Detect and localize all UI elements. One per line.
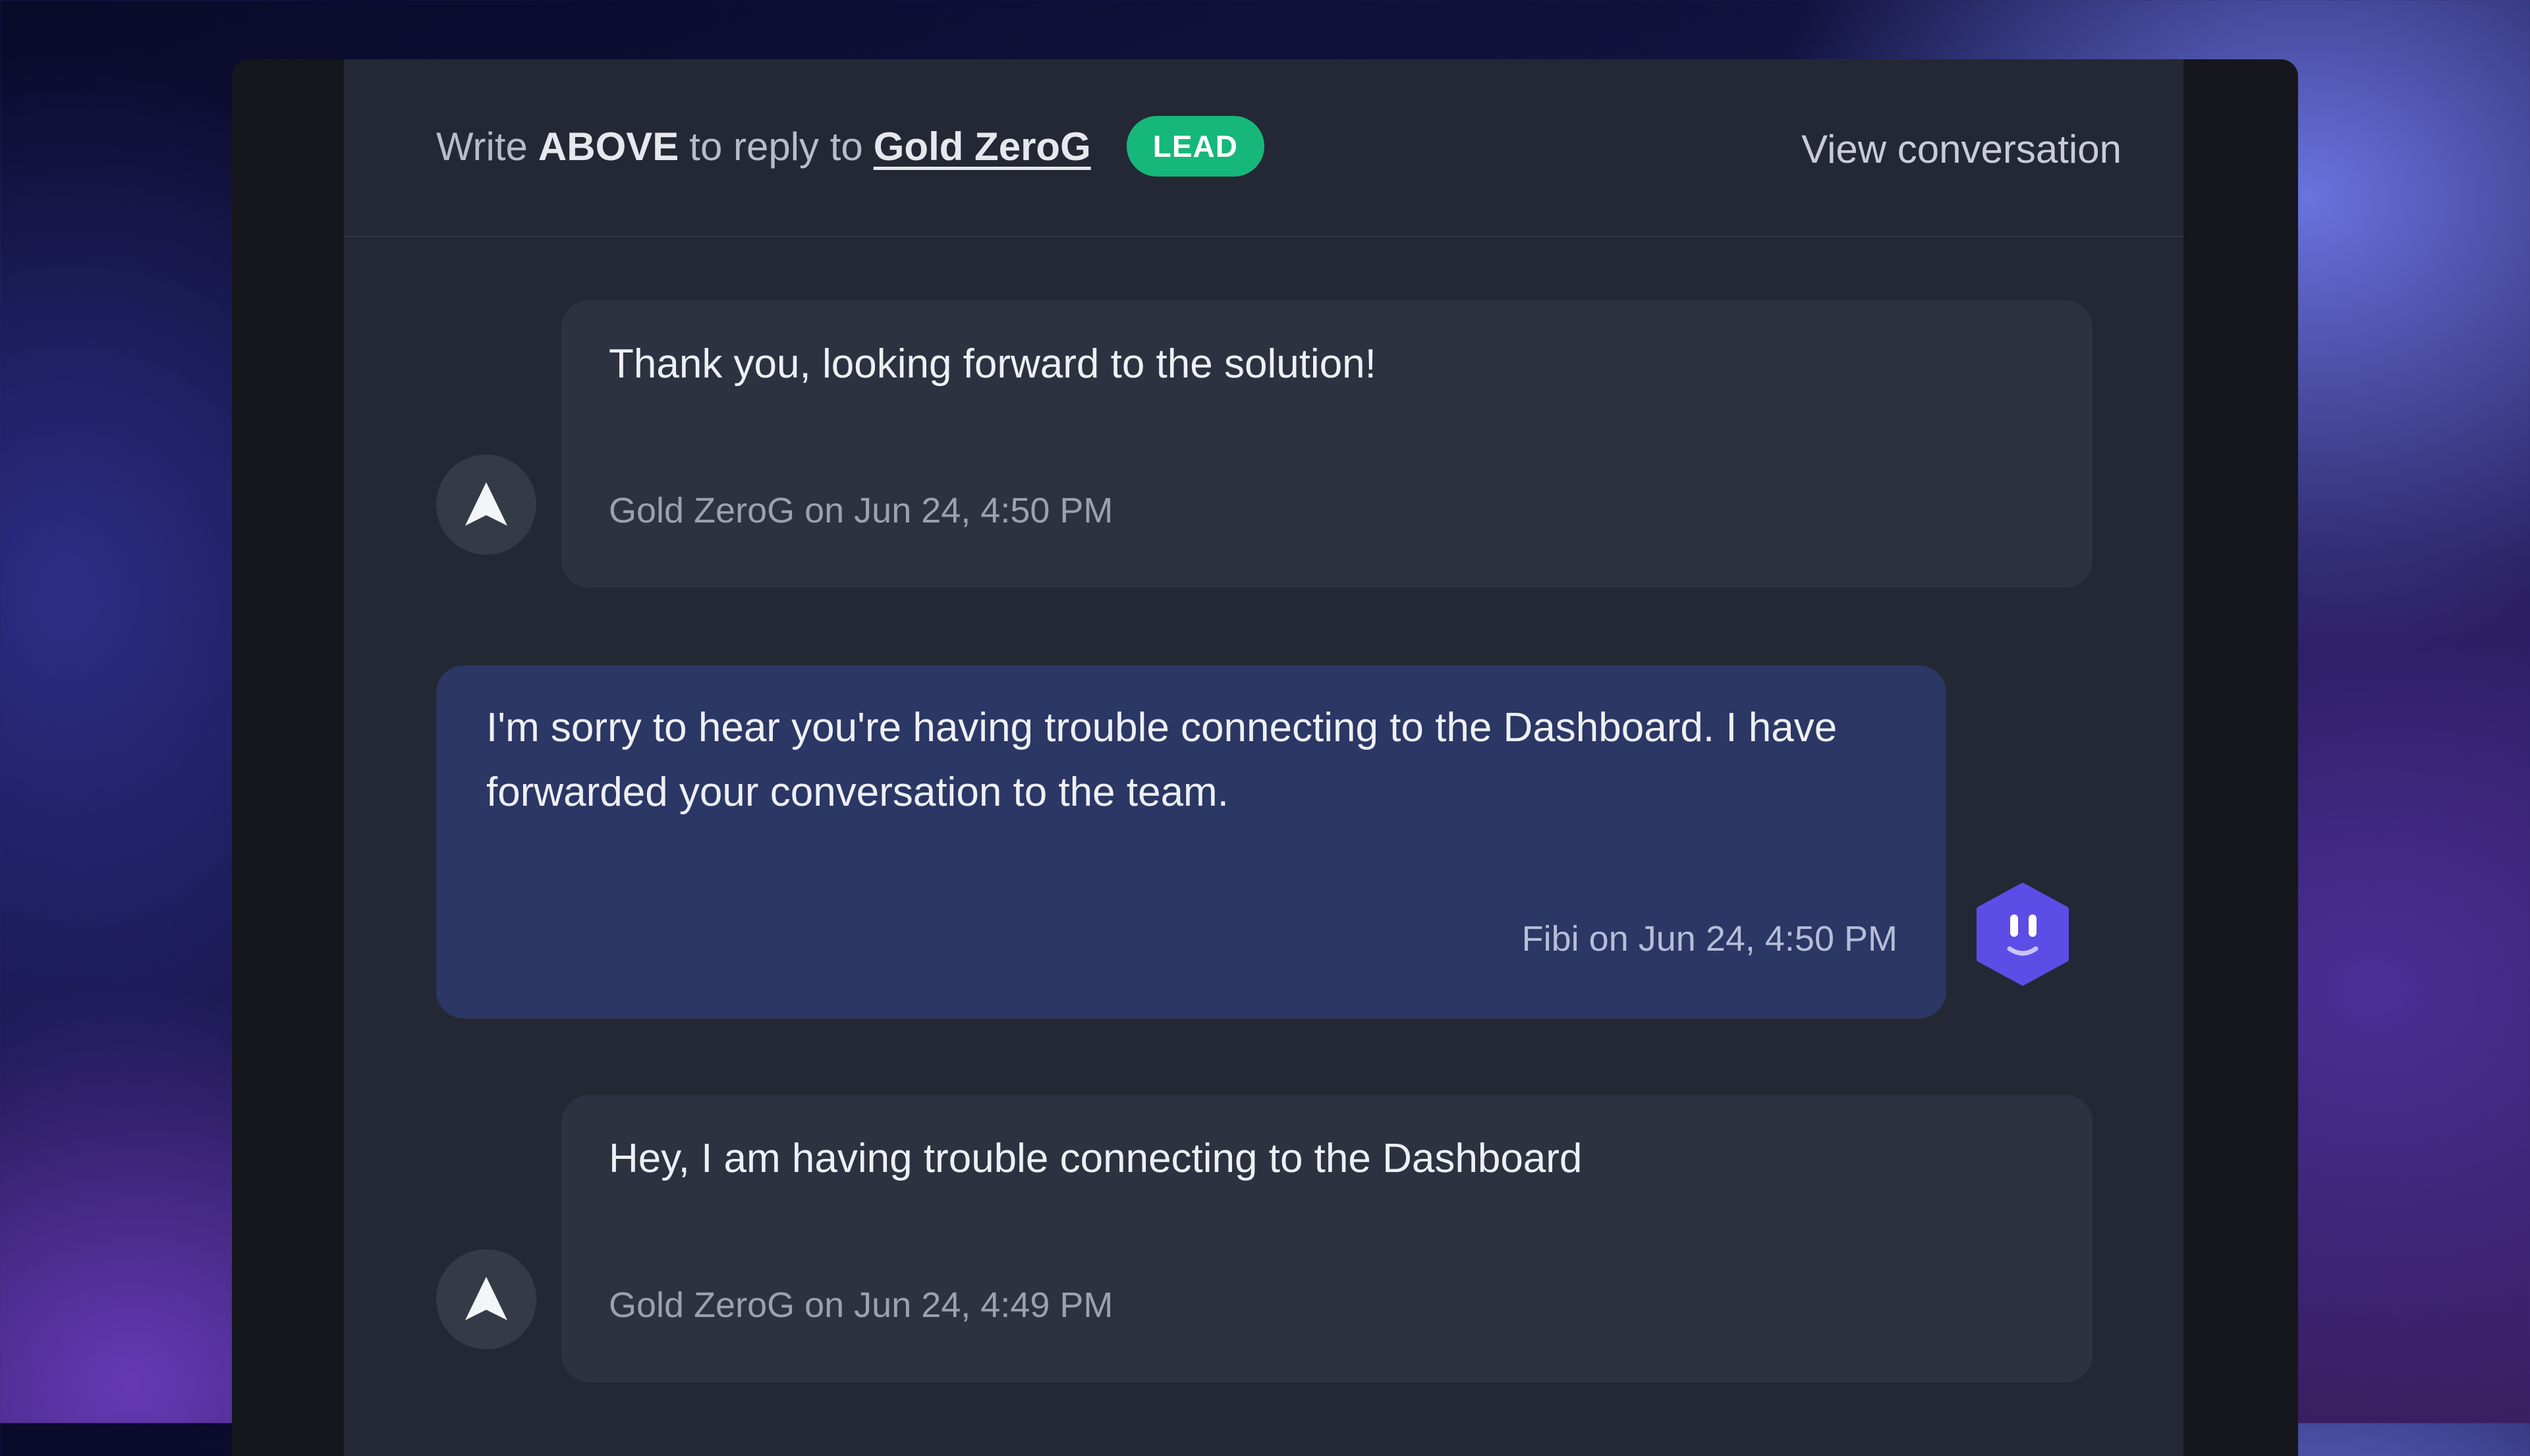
message-text: Hey, I am having trouble connecting to t…	[609, 1136, 1583, 1181]
message-meta: Gold ZeroG on Jun 24, 4:49 PM	[609, 1285, 1113, 1325]
lead-badge: LEAD	[1126, 116, 1264, 177]
view-conversation-link[interactable]: View conversation	[1801, 126, 2122, 172]
reply-middle: to reply to	[689, 124, 863, 169]
message-text: Thank you, looking forward to the soluti…	[609, 341, 1376, 387]
message-meta: Gold ZeroG on Jun 24, 4:50 PM	[609, 491, 1113, 530]
reply-prefix: Write	[436, 124, 528, 169]
reply-header: Write ABOVE to reply to Gold ZeroG LEAD …	[344, 59, 2183, 237]
arrow-up-icon	[465, 482, 507, 526]
bot-message-bubble: I'm sorry to hear you're having trouble …	[436, 665, 1946, 1019]
reply-instruction: Write ABOVE to reply to Gold ZeroG LEAD	[436, 113, 1264, 179]
user-avatar	[436, 455, 536, 555]
bot-face-icon	[1977, 883, 2069, 986]
reply-keyword: ABOVE	[538, 124, 679, 169]
message-bubble: Thank you, looking forward to the soluti…	[561, 300, 2093, 588]
bot-avatar	[1973, 883, 2073, 986]
user-avatar	[436, 1249, 536, 1349]
conversation-window: Write ABOVE to reply to Gold ZeroG LEAD …	[232, 59, 2298, 1456]
message-bubble: Hey, I am having trouble connecting to t…	[561, 1095, 2093, 1382]
message-text: I'm sorry to hear you're having trouble …	[486, 705, 1838, 815]
message-meta: Fibi on Jun 24, 4:50 PM	[1521, 919, 1898, 959]
conversation-panel: Write ABOVE to reply to Gold ZeroG LEAD …	[344, 59, 2183, 1456]
arrow-up-icon	[465, 1277, 507, 1320]
contact-name-link[interactable]: Gold ZeroG	[874, 124, 1091, 169]
